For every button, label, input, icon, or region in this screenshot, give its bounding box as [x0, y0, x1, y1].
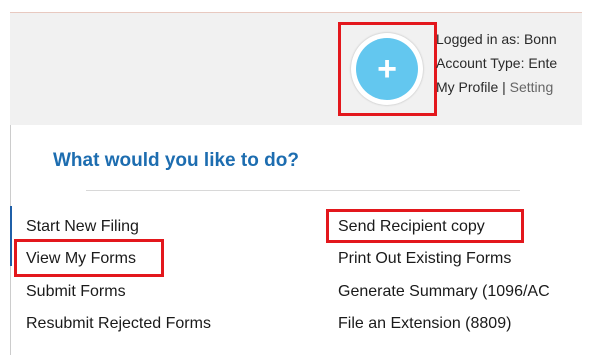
menu-view-my-forms[interactable]: View My Forms	[26, 249, 136, 269]
settings-link[interactable]: Setting	[510, 79, 554, 95]
logged-in-text: Logged in as: Bonn	[436, 31, 557, 47]
top-strip	[10, 0, 582, 13]
menu-resubmit-rejected-forms[interactable]: Resubmit Rejected Forms	[26, 314, 211, 334]
title-divider	[86, 190, 520, 191]
menu-submit-forms[interactable]: Submit Forms	[26, 282, 126, 302]
panel-title: What would you like to do?	[53, 150, 299, 171]
account-type-text: Account Type: Ente	[436, 55, 558, 71]
menu-send-recipient-copy[interactable]: Send Recipient copy	[338, 217, 485, 237]
menu-start-new-filing[interactable]: Start New Filing	[26, 217, 139, 237]
menu-print-existing-forms[interactable]: Print Out Existing Forms	[338, 249, 511, 269]
link-separator: |	[502, 79, 506, 95]
plus-icon: +	[356, 38, 418, 100]
add-button[interactable]: +	[351, 33, 423, 105]
menu-file-extension[interactable]: File an Extension (8809)	[338, 314, 511, 334]
user-links: My Profile | Setting	[436, 75, 582, 99]
menu-generate-summary[interactable]: Generate Summary (1096/AC	[338, 282, 550, 302]
panel-accent	[10, 206, 12, 266]
user-info: Logged in as: Bonn Account Type: Ente My…	[436, 27, 582, 99]
my-profile-link[interactable]: My Profile	[436, 79, 498, 95]
